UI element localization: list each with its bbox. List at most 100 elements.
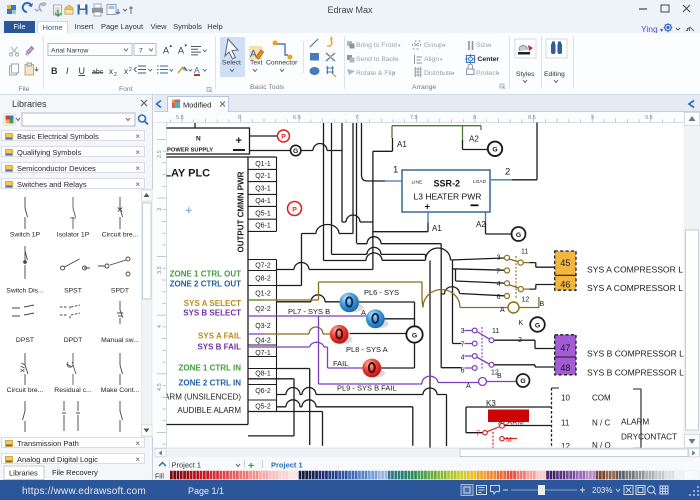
svg-text:A2: A2 [476,220,486,229]
svg-text:K3: K3 [486,399,496,408]
svg-text:G: G [293,148,298,155]
svg-text:▾: ▾ [398,43,401,49]
svg-text:G: G [412,332,417,339]
svg-text:SPDT: SPDT [111,288,129,295]
svg-text:ZONE 2 CTRL OUT: ZONE 2 CTRL OUT [170,279,242,288]
svg-text:File: File [19,86,30,93]
svg-text:COM: COM [592,394,611,403]
svg-text:6: 6 [497,294,501,301]
svg-text:https://www.edrawsoft.com: https://www.edrawsoft.com [22,486,146,497]
svg-text:4.5: 4.5 [157,383,163,391]
svg-text:7: 7 [461,342,465,349]
svg-text:ZONE 2 CTRL IN: ZONE 2 CTRL IN [178,379,241,388]
svg-text:K: K [519,320,524,327]
svg-text:Modified: Modified [183,101,211,110]
svg-text:Editing: Editing [544,71,565,78]
svg-text:Q3-1: Q3-1 [255,186,271,193]
svg-text:11: 11 [561,419,570,428]
svg-text:▾: ▾ [443,43,446,49]
svg-text:6: 6 [461,368,465,375]
svg-text:▾: ▾ [396,57,399,63]
svg-text:SYS A COMPRESSOR LOAD: SYS A COMPRESSOR LOAD [587,265,700,275]
svg-text:2: 2 [129,67,132,73]
svg-text:A: A [194,65,200,75]
svg-text:3: 3 [157,208,163,211]
svg-text:N / C: N / C [592,419,610,428]
svg-text:SSR-2: SSR-2 [434,179,461,189]
svg-text:6.5: 6.5 [293,115,301,121]
svg-text:G: G [535,322,540,329]
svg-text:45: 45 [560,258,570,268]
svg-text:OUTPUT CMMN PWR: OUTPUT CMMN PWR [237,171,246,252]
svg-text:SYS B COMPRESSOR LOAD: SYS B COMPRESSOR LOAD [587,349,700,359]
svg-text:9: 9 [591,115,594,121]
svg-text:Libraries: Libraries [12,99,47,109]
svg-text:Switch 1P: Switch 1P [10,232,41,239]
svg-text:P: P [281,134,286,141]
svg-text:A2: A2 [469,135,479,144]
svg-text:7: 7 [496,269,500,276]
svg-text:A: A [361,308,366,317]
svg-text:abc: abc [92,69,104,76]
svg-text:▾: ▾ [452,71,455,77]
svg-text:+: + [236,135,242,147]
svg-text:Make Cont...: Make Cont... [101,387,140,394]
svg-text:▾: ▾ [440,57,443,63]
svg-text:▾: ▾ [489,43,492,49]
svg-text:2: 2 [505,167,510,178]
svg-text:Arrange: Arrange [412,84,436,91]
svg-text:G: G [516,232,521,239]
svg-text:PL7 - SYS B: PL7 - SYS B [288,307,330,316]
svg-text:Residual c...: Residual c... [54,387,92,394]
svg-text:Circuit bre...: Circuit bre... [7,387,44,394]
svg-text:Q1-1: Q1-1 [255,161,271,168]
svg-text:9.5: 9.5 [645,115,653,121]
svg-text:G: G [492,147,497,154]
svg-text:FAIL: FAIL [333,359,348,368]
svg-text:ARM (UNSILENCED): ARM (UNSILENCED) [164,393,241,402]
svg-text:2: 2 [114,72,117,78]
svg-text:Q6-1: Q6-1 [255,223,271,230]
svg-text:2.5: 2.5 [157,150,163,158]
svg-text:Switch Dis...: Switch Dis... [6,288,44,295]
svg-text:SPST: SPST [64,288,82,295]
svg-text:Page 1/1: Page 1/1 [188,486,224,496]
svg-text:B: B [540,301,545,308]
svg-text:Arial Narrow: Arial Narrow [51,48,88,55]
svg-text:Size: Size [476,42,489,49]
svg-text:Q1-2: Q1-2 [255,291,271,298]
svg-text:▾: ▾ [393,71,396,77]
svg-text:Center: Center [478,56,500,63]
svg-text:3: 3 [461,328,465,335]
svg-text:A: A [163,46,169,56]
svg-text:DPST: DPST [16,337,34,344]
svg-text:Q4-1: Q4-1 [255,198,271,205]
svg-text:12: 12 [522,297,530,304]
svg-text:Libraries: Libraries [9,469,38,478]
svg-text:Styles: Styles [516,71,535,78]
svg-text:Q6-2: Q6-2 [255,388,271,395]
svg-text:A: A [466,383,471,390]
svg-text:Isolator 1P: Isolator 1P [57,232,90,239]
svg-text:ZONE 1 CTRL IN: ZONE 1 CTRL IN [178,363,241,372]
svg-text:11: 11 [492,328,499,335]
svg-text:PL6 - SYS: PL6 - SYS [364,288,399,297]
svg-text:Q3-2: Q3-2 [255,323,271,330]
svg-text:Protect: Protect [476,70,498,77]
svg-text:A: A [250,49,257,60]
svg-text:3.5: 3.5 [157,266,163,274]
svg-text:File Recovery: File Recovery [52,468,98,477]
svg-text:Manual sw...: Manual sw... [101,337,139,344]
svg-text:4: 4 [497,281,501,288]
svg-text:▴: ▴ [170,43,173,49]
svg-text:Bring to Front: Bring to Front [356,42,397,49]
svg-text:Select: Select [222,60,241,67]
svg-text:4: 4 [157,325,163,328]
svg-text:▾: ▾ [497,71,500,77]
svg-text:Q5-2: Q5-2 [255,404,271,411]
svg-text:G: G [520,378,525,385]
svg-text:8.5: 8.5 [528,115,536,121]
svg-text:A: A [178,46,184,56]
svg-text:▾: ▾ [185,43,188,49]
svg-text:Project 1: Project 1 [271,461,303,470]
